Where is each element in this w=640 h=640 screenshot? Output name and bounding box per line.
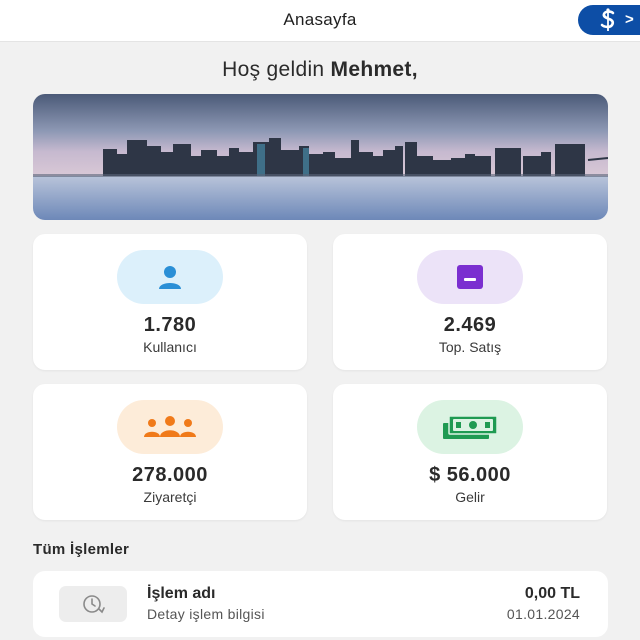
chevron-right-icon: > [625, 11, 634, 28]
stat-card-visitors[interactable]: 278.000 Ziyaretçi [33, 384, 307, 520]
hero-banner-image [33, 94, 608, 220]
greeting-user-name: Mehmet, [330, 58, 418, 81]
stat-icon-bubble [417, 250, 523, 304]
stat-label: Gelir [455, 489, 485, 505]
stat-card-users[interactable]: 1.780 Kullanıcı [33, 234, 307, 370]
city-skyline-photo [33, 94, 608, 220]
greeting-prefix: Hoş geldin [222, 58, 331, 81]
transaction-detail: Detay işlem bilgisi [147, 606, 265, 622]
stat-value: 2.469 [443, 314, 497, 336]
cash-icon [443, 415, 498, 439]
user-icon [159, 266, 181, 289]
stat-card-revenue[interactable]: $ 56.000 Gelir [333, 384, 607, 520]
stat-value: $ 56.000 [429, 464, 511, 486]
stat-value: 278.000 [132, 464, 208, 486]
greeting-text: Hoş geldin Mehmet, [0, 58, 640, 82]
page-title: Anasayfa [283, 10, 357, 29]
clock-history-icon [83, 595, 105, 614]
stat-label: Kullanıcı [143, 339, 197, 355]
stat-label: Top. Satış [438, 339, 502, 355]
transaction-amount: 0,00 TL [524, 585, 580, 602]
stat-card-sales[interactable]: 2.469 Top. Satış [333, 234, 607, 370]
transaction-date: 01.01.2024 [506, 606, 580, 622]
bank-logo-button[interactable]: > [578, 5, 640, 35]
transaction-name: İşlem adı [147, 585, 216, 602]
stat-label: Ziyaretçi [143, 489, 197, 505]
stat-icon-bubble [117, 400, 223, 454]
top-app-bar: Anasayfa > [0, 0, 640, 42]
stat-icon-bubble [117, 250, 223, 304]
users-group-icon [144, 416, 196, 437]
stat-icon-bubble [417, 400, 523, 454]
stat-value: 1.780 [143, 314, 197, 336]
transaction-icon-box [59, 586, 127, 622]
transaction-item[interactable]: İşlem adı Detay işlem bilgisi 0,00 TL 01… [33, 571, 608, 637]
isbank-logo-icon [600, 8, 615, 31]
box-icon [457, 265, 483, 289]
transactions-section-title: Tüm İşlemler [33, 541, 130, 558]
